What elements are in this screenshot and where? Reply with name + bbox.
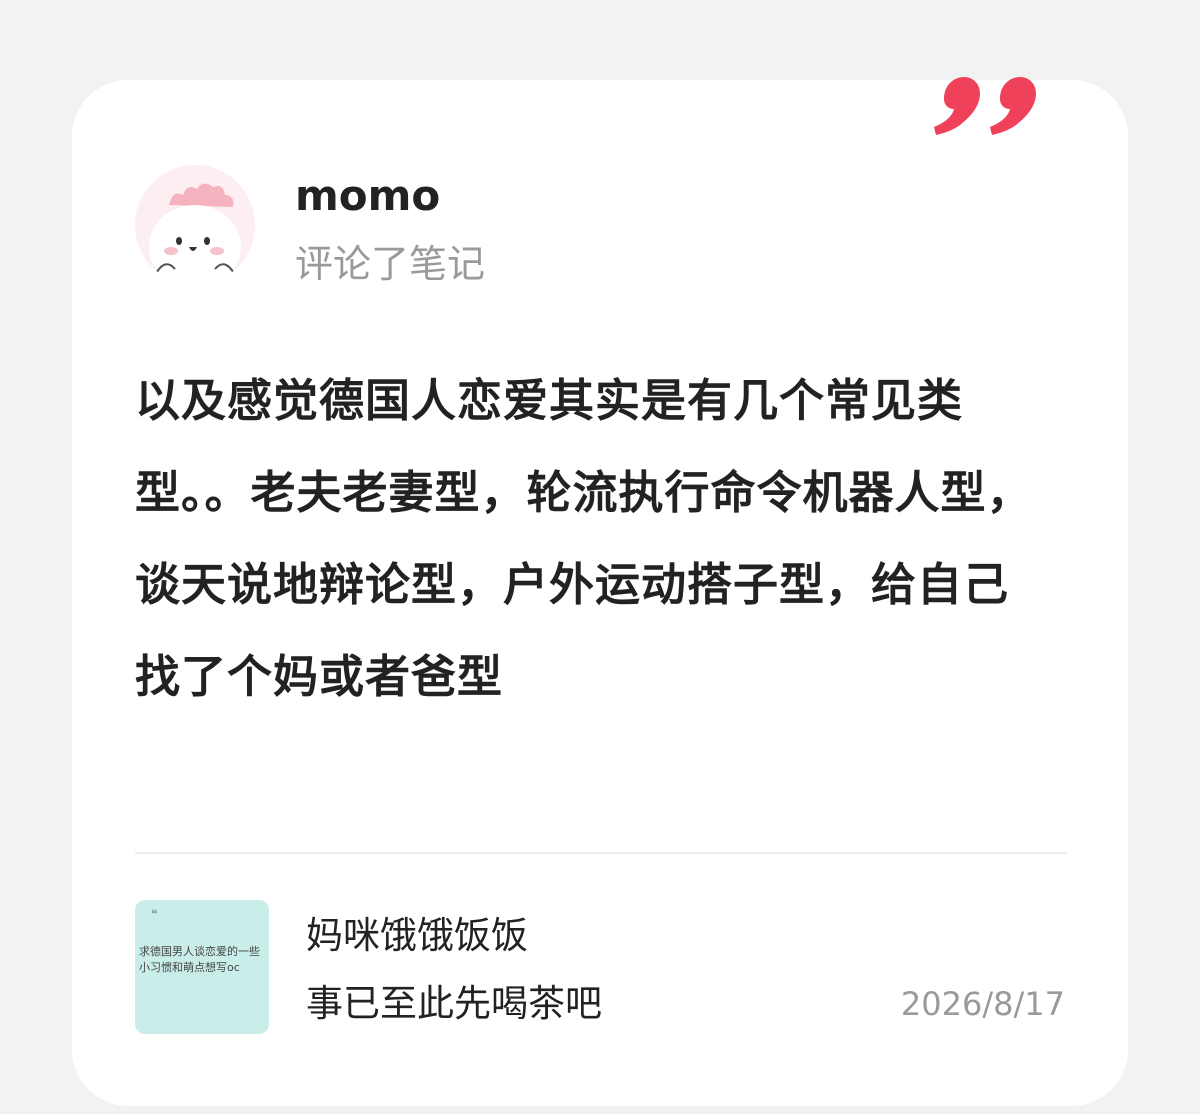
avatar[interactable] [135, 165, 255, 285]
quote-dots-icon: ❝ [151, 907, 158, 921]
note-thumbnail[interactable]: ❝ 求德国男人谈恋爱的一些小习惯和萌点想写oc [135, 900, 269, 1034]
pink-dino-avatar-icon [135, 165, 255, 285]
note-author[interactable]: 妈咪饿饿饭饭 [306, 910, 528, 962]
quote-mark-icon-svg [934, 77, 1036, 135]
comment-action-label: 评论了笔记 [295, 242, 486, 286]
username[interactable]: momo [295, 168, 440, 224]
comment-text: 以及感觉德国人恋爱其实是有几个常见类型。。老夫老妻型，轮流执行命令机器人型，谈天… [135, 374, 1033, 703]
note-title[interactable]: 事已至此先喝茶吧 [306, 978, 602, 1030]
note-date: 2026/8/17 [900, 985, 1065, 1023]
quote-mark-icon [922, 20, 1042, 140]
note-thumbnail-text: 求德国男人谈恋爱的一些小习惯和萌点想写oc [139, 945, 260, 974]
divider [135, 852, 1067, 854]
stage: momo 评论了笔记 以及感觉德国人恋爱其实是有几个常见类型。。老夫老妻型，轮流… [0, 0, 1200, 1114]
